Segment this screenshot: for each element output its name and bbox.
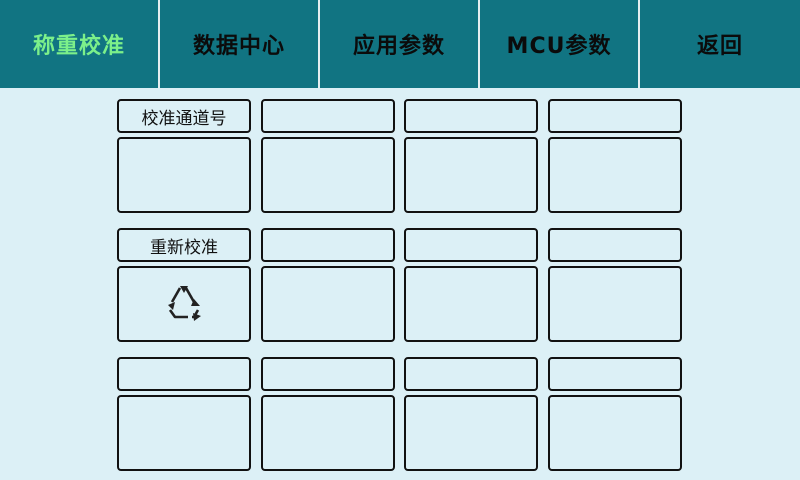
row3-button-2[interactable] bbox=[261, 395, 395, 471]
row3-label-1 bbox=[117, 357, 251, 391]
row2-label-4 bbox=[548, 228, 682, 262]
row2-label-3 bbox=[404, 228, 538, 262]
calibration-channel-button[interactable] bbox=[117, 137, 251, 213]
row2-button-2[interactable] bbox=[261, 266, 395, 342]
recalibrate-button[interactable] bbox=[117, 266, 251, 342]
tab-application-parameters[interactable]: 应用参数 bbox=[320, 0, 480, 88]
top-nav-bar: 称重校准 数据中心 应用参数 MCU参数 返回 bbox=[0, 0, 800, 88]
tab-back[interactable]: 返回 bbox=[640, 0, 800, 88]
row3-label-3 bbox=[404, 357, 538, 391]
row2-button-3[interactable] bbox=[404, 266, 538, 342]
row1-button-4[interactable] bbox=[548, 137, 682, 213]
row3-button-1[interactable] bbox=[117, 395, 251, 471]
recycle-icon bbox=[164, 282, 204, 327]
row1-button-2[interactable] bbox=[261, 137, 395, 213]
row2-label-2 bbox=[261, 228, 395, 262]
recalibrate-label: 重新校准 bbox=[117, 228, 251, 262]
row1-label-4 bbox=[548, 99, 682, 133]
calibration-grid: 校准通道号 重新校准 bbox=[0, 88, 800, 480]
row2-button-4[interactable] bbox=[548, 266, 682, 342]
row3-button-4[interactable] bbox=[548, 395, 682, 471]
row3-button-3[interactable] bbox=[404, 395, 538, 471]
tab-data-center[interactable]: 数据中心 bbox=[160, 0, 320, 88]
row1-label-2 bbox=[261, 99, 395, 133]
row1-label-3 bbox=[404, 99, 538, 133]
tab-weighing-calibration[interactable]: 称重校准 bbox=[0, 0, 160, 88]
row1-button-3[interactable] bbox=[404, 137, 538, 213]
row3-label-2 bbox=[261, 357, 395, 391]
tab-mcu-parameters[interactable]: MCU参数 bbox=[480, 0, 640, 88]
calibration-channel-label: 校准通道号 bbox=[117, 99, 251, 133]
row3-label-4 bbox=[548, 357, 682, 391]
